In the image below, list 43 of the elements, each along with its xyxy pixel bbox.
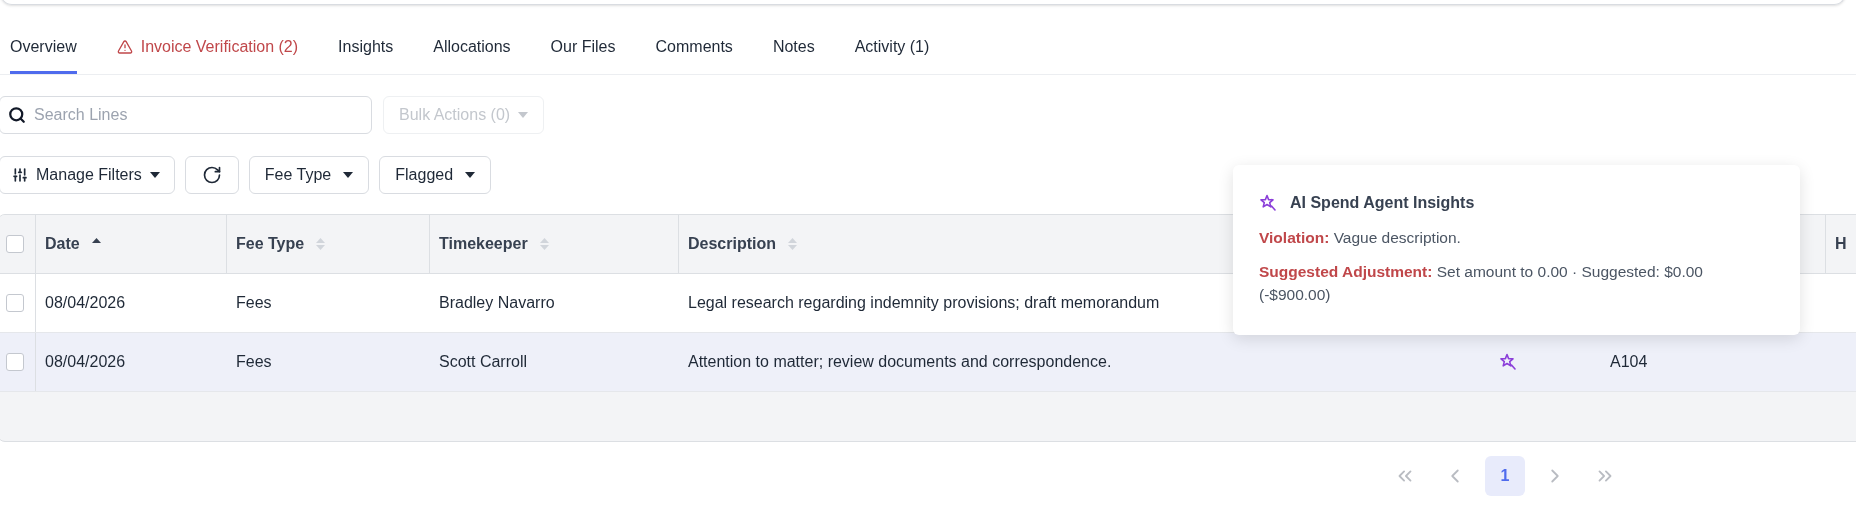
checkbox[interactable] [6,294,24,312]
code-cell-text: A104 [1610,352,1648,372]
tab[interactable]: Our Files [550,35,616,74]
column-header: Description [688,234,776,254]
column-header: Date [45,234,80,254]
search-icon [8,106,26,124]
sparkle-flag-icon [1500,353,1518,371]
page-button[interactable]: 1 [1485,456,1525,496]
tab[interactable]: Activity (1) [854,35,930,74]
refresh-icon [201,165,222,185]
tab[interactable]: Comments [655,35,733,74]
column-header: Timekeeper [439,234,528,254]
tab[interactable]: Notes [772,35,815,74]
checkbox[interactable] [6,353,24,371]
filter-dropdown[interactable]: Fee Type [248,156,370,194]
sparkle-icon [1260,194,1278,212]
caret-icon [149,172,160,178]
timekeeper-cell-text: Bradley Navarro [439,293,555,313]
description-cell-text: Attention to matter; review documents and correspondence. [688,352,1112,372]
tab[interactable]: Invoice Verification (2) [116,35,299,74]
caret-icon [343,172,354,178]
timekeeper-cell-text: Scott Carroll [439,352,528,372]
description-cell-text: Legal research regarding indemnity provisions; draft memorandum [688,293,1160,313]
caret-icon [465,172,476,178]
tab[interactable]: Overview [10,35,77,74]
tooltip-title: AI Spend Agent Insights [1290,193,1475,213]
caret-icon [518,112,529,118]
search-field[interactable]: Search Lines [0,96,372,134]
date-cell-text: 08/04/2026 [45,352,126,372]
date-cell-text: 08/04/2026 [45,293,126,313]
tab[interactable]: Insights [338,35,394,74]
column-header: H [1835,234,1847,254]
filter-dropdown[interactable]: Flagged [379,156,492,194]
tab[interactable]: Allocations [433,35,511,74]
warning-icon [116,39,133,55]
checkbox[interactable] [6,235,24,253]
insight-text: Violation: Vague description. [1259,228,1462,248]
fee-type-cell-text: Fees [236,352,272,372]
sliders-icon [12,167,28,183]
refresh-button[interactable] [184,156,239,194]
fee-type-cell-text: Fees [236,293,272,313]
table-row[interactable]: 08/04/2026 Fees Scott Carroll Attention to matter; review documents and correspondence. A104 [0,333,1856,392]
column-header: Fee Type [236,234,305,254]
